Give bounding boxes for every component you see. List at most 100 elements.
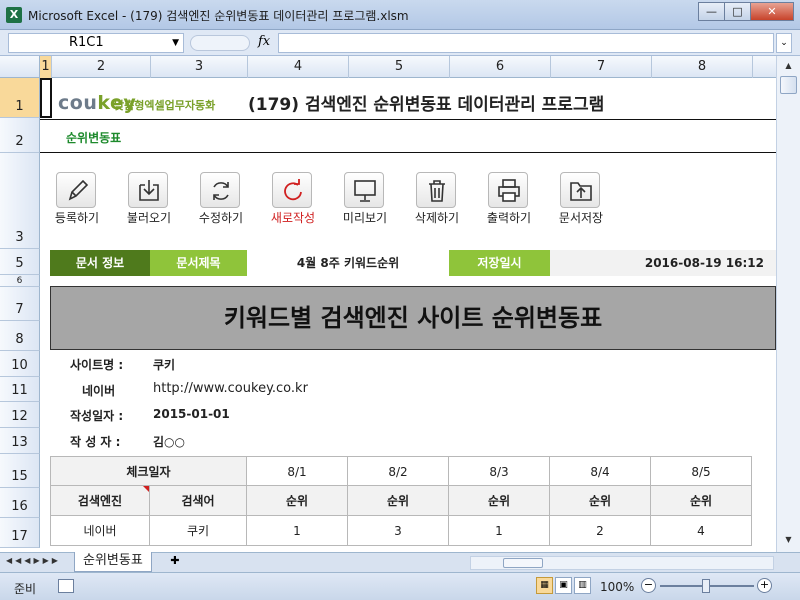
button-label: 수정하기 (198, 211, 244, 225)
print-button[interactable]: 출력하기 (482, 172, 536, 228)
row-header[interactable]: 16 (0, 488, 40, 518)
table-row-rank[interactable]: 4 (651, 516, 752, 546)
table-row-rank[interactable]: 2 (550, 516, 651, 546)
logo-tagline: 맞춤형엑셀업무자동화 (114, 99, 216, 112)
row-number: 16 (11, 499, 28, 514)
zoom-in-icon[interactable]: + (757, 578, 772, 593)
logo-main: cou (58, 92, 98, 114)
row-header[interactable]: 7 (0, 287, 40, 321)
load-button[interactable]: 불러오기 (122, 172, 176, 228)
doc-info-label: 문서 정보 (50, 250, 150, 276)
doc-title-value[interactable]: 4월 8주 키워드순위 (247, 250, 449, 276)
expand-formula-icon[interactable]: ⌄ (776, 33, 792, 53)
delete-button[interactable]: 삭제하기 (410, 172, 464, 228)
row-header[interactable]: 3 (0, 153, 40, 249)
button-face (344, 172, 384, 208)
sheet-content: coukey 맞춤형엑셀업무자동화 (179) 검색엔진 순위변동표 데이터관리… (40, 78, 776, 552)
column-header[interactable]: 4 (248, 56, 349, 78)
column-header[interactable]: 1 (40, 56, 52, 78)
sheet-tab-bar: ◀◀◀▶▶▶ 순위변동표 ✚ (0, 552, 800, 572)
tab-nav-arrows-icon[interactable]: ◀◀◀▶▶▶ (6, 556, 61, 565)
site-name-value[interactable]: 쿠키 (153, 356, 175, 373)
button-face (560, 172, 600, 208)
scroll-down-icon[interactable]: ▼ (780, 532, 797, 548)
scroll-up-icon[interactable]: ▲ (780, 58, 797, 74)
new-button[interactable]: 새로작성 (266, 172, 320, 228)
keyword-header: 검색어 (150, 486, 247, 516)
column-header[interactable]: 7 (551, 56, 652, 78)
doc-title-label: 문서제목 (150, 250, 247, 276)
column-header[interactable]: 3 (151, 56, 248, 78)
table-row-rank[interactable]: 1 (449, 516, 550, 546)
row-header[interactable]: 5 (0, 249, 40, 275)
name-box-value: R1C1 (69, 35, 104, 50)
normal-view-icon[interactable]: ▦ (536, 577, 553, 594)
scroll-thumb[interactable] (503, 558, 543, 568)
button-label: 문서저장 (558, 211, 604, 225)
formula-input[interactable] (278, 33, 774, 53)
column-header[interactable]: 2 (52, 56, 151, 78)
check-date-header: 체크일자 (50, 456, 247, 486)
button-face (128, 172, 168, 208)
name-box[interactable]: R1C1 ▼ (8, 33, 184, 53)
naver-label: 네이버 (82, 384, 116, 398)
row-number: 6 (16, 276, 23, 286)
register-button[interactable]: 등록하기 (50, 172, 104, 228)
edit-button[interactable]: 수정하기 (194, 172, 248, 228)
column-headers: 1 2 3 4 5 6 7 8 (0, 56, 776, 78)
divider (40, 119, 776, 120)
zoom-level[interactable]: 100% (600, 580, 634, 594)
date-header: 8/3 (449, 456, 550, 486)
row-header[interactable]: 11 (0, 377, 40, 402)
insert-sheet-icon[interactable]: ✚ (166, 554, 184, 570)
table-row-rank[interactable]: 1 (247, 516, 348, 546)
status-text: 준비 (14, 582, 37, 596)
excel-app-icon[interactable]: X (6, 7, 22, 23)
tab-rank-sheet[interactable]: 순위변동표 (74, 552, 152, 572)
close-button[interactable]: ✕ (750, 2, 794, 21)
chevron-down-icon[interactable]: ▼ (172, 34, 179, 52)
row-header[interactable]: 10 (0, 351, 40, 377)
zoom-slider-thumb[interactable] (702, 579, 710, 593)
table-row-engine[interactable]: 네이버 (50, 516, 150, 546)
table-row-rank[interactable]: 3 (348, 516, 449, 546)
sheet-link[interactable]: 순위변동표 (66, 129, 121, 146)
maximize-button[interactable]: □ (724, 2, 751, 21)
row-header[interactable]: 6 (0, 275, 40, 287)
date-header: 8/5 (651, 456, 752, 486)
row-number: 2 (15, 134, 24, 149)
scroll-thumb[interactable] (780, 76, 797, 94)
import-icon (139, 180, 159, 201)
row-header[interactable]: 8 (0, 321, 40, 351)
row-header[interactable]: 12 (0, 402, 40, 428)
page-break-view-icon[interactable]: ▥ (574, 577, 591, 594)
column-header[interactable]: 8 (652, 56, 753, 78)
author-value[interactable]: 김○○ (153, 433, 185, 450)
minimize-button[interactable]: — (698, 2, 725, 21)
button-face (56, 172, 96, 208)
active-cell-cursor[interactable] (40, 78, 52, 118)
macro-record-icon[interactable] (58, 579, 74, 593)
saved-at-value: 2016-08-19 16:12 (550, 250, 776, 276)
vertical-scrollbar[interactable]: ▲ ▼ (776, 56, 800, 552)
created-date-value[interactable]: 2015-01-01 (153, 407, 230, 421)
row-header[interactable]: 15 (0, 454, 40, 488)
row-header[interactable]: 2 (0, 118, 40, 153)
page-layout-view-icon[interactable]: ▣ (555, 577, 572, 594)
horizontal-scrollbar[interactable] (470, 556, 774, 570)
zoom-out-icon[interactable]: − (641, 578, 656, 593)
row-header[interactable]: 13 (0, 428, 40, 454)
save-document-button[interactable]: 문서저장 (554, 172, 608, 228)
preview-button[interactable]: 미리보기 (338, 172, 392, 228)
column-header[interactable]: 5 (349, 56, 450, 78)
insert-function-icon[interactable]: fx (258, 34, 270, 49)
saved-at-label: 저장일시 (449, 250, 550, 276)
row-number: 8 (15, 332, 24, 347)
row-header[interactable]: 17 (0, 518, 40, 548)
naver-url-value[interactable]: http://www.coukey.co.kr (153, 381, 308, 396)
row-header[interactable]: 1 (0, 78, 40, 118)
table-row-keyword[interactable]: 쿠키 (150, 516, 247, 546)
select-all-corner[interactable] (0, 56, 40, 78)
button-label: 삭제하기 (414, 211, 460, 225)
column-header[interactable]: 6 (450, 56, 551, 78)
